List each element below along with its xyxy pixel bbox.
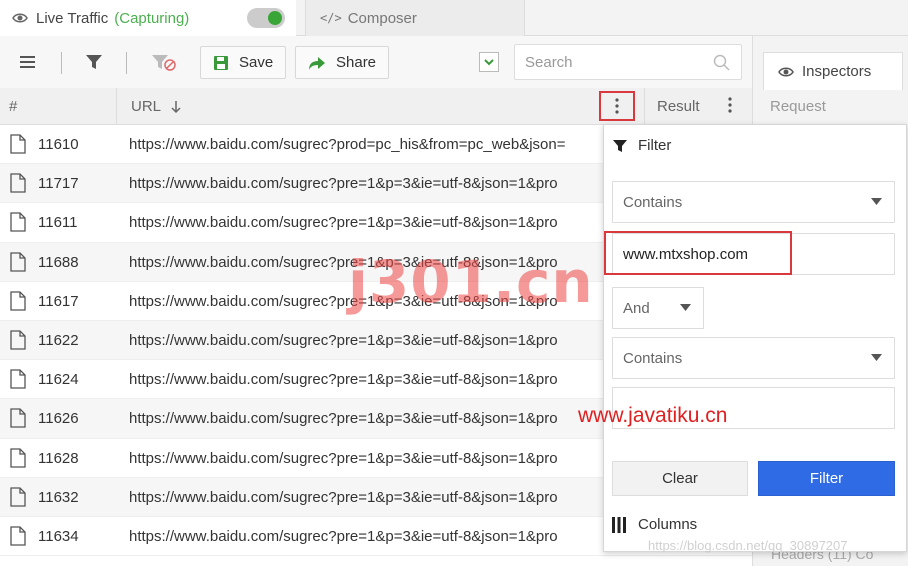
file-icon [10, 526, 26, 546]
inspectors-label: Inspectors [802, 63, 872, 80]
file-icon [10, 291, 26, 311]
columns-label: Columns [638, 516, 698, 533]
request-label: Request [770, 98, 826, 115]
sessions-table-header: # URL Result [0, 88, 752, 125]
column-header-result[interactable]: Result [644, 88, 752, 125]
watermark-javatiku: www.javatiku.cn [578, 404, 728, 427]
capturing-status: (Capturing) [114, 9, 190, 27]
eye-icon [778, 67, 794, 76]
column-header-url[interactable]: URL [116, 88, 644, 125]
row-url: https://www.baidu.com/sugrec?pre=1&p=3&i… [129, 449, 558, 467]
condition-select-2[interactable]: Contains [612, 337, 895, 379]
eye-icon [12, 13, 28, 23]
watermark-j301: j301.cn [348, 248, 594, 316]
row-url: https://www.baidu.com/sugrec?pre=1&p=3&i… [129, 488, 558, 506]
caret-down-icon [871, 198, 882, 205]
columns-icon [612, 516, 626, 533]
column-header-number[interactable]: # [9, 98, 17, 115]
file-icon [10, 212, 26, 233]
share-icon [309, 56, 325, 70]
caret-down-icon [680, 304, 691, 311]
kebab-menu-icon[interactable] [728, 97, 732, 113]
toolbar-dropdown[interactable] [479, 52, 499, 72]
row-number: 11622 [38, 331, 79, 349]
row-url: https://www.baidu.com/sugrec?prod=pc_his… [129, 136, 566, 153]
save-button[interactable]: Save [200, 46, 287, 79]
save-icon [214, 55, 228, 70]
row-number: 11610 [38, 136, 79, 153]
kebab-menu-icon [615, 98, 619, 114]
filter-icon[interactable] [84, 52, 104, 72]
share-button[interactable]: Share [295, 46, 390, 79]
row-number: 11617 [38, 292, 79, 310]
tab-inspectors[interactable]: Inspectors [763, 52, 903, 90]
row-url: https://www.baidu.com/sugrec?pre=1&p=3&i… [129, 527, 558, 545]
file-icon [10, 487, 26, 507]
composer-label: Composer [347, 9, 417, 27]
capture-toggle[interactable] [247, 8, 285, 28]
url-column-menu-button[interactable] [599, 91, 635, 121]
search-input[interactable]: Search [514, 44, 742, 80]
tab-composer[interactable]: </> Composer [305, 0, 525, 36]
row-number: 11634 [38, 527, 79, 545]
row-url: https://www.baidu.com/sugrec?pre=1&p=3&i… [129, 175, 558, 193]
columns-menu-item[interactable]: Columns [612, 516, 697, 533]
menu-icon[interactable] [18, 52, 38, 72]
row-number: 11628 [38, 449, 79, 467]
row-number: 11632 [38, 488, 79, 506]
caret-down-icon [871, 354, 882, 361]
row-url: https://www.baidu.com/sugrec?pre=1&p=3&i… [129, 371, 558, 389]
file-icon [10, 251, 26, 272]
highlight-box [604, 231, 792, 275]
toolbar: Save Share Search [0, 36, 752, 88]
operator-value: And [623, 299, 650, 317]
condition-select-1[interactable]: Contains [612, 181, 895, 223]
clear-label: Clear [662, 470, 698, 487]
clear-button[interactable]: Clear [612, 461, 748, 496]
file-icon [10, 173, 26, 193]
filter-icon [613, 139, 627, 152]
toolbar-divider [126, 52, 127, 74]
clear-filter-icon[interactable] [150, 52, 178, 72]
operator-select[interactable]: And [612, 287, 704, 329]
condition-2-value: Contains [623, 349, 683, 367]
toggle-knob [268, 11, 282, 25]
tab-live-traffic[interactable]: Live Traffic (Capturing) [0, 0, 296, 36]
row-number: 11611 [38, 214, 78, 232]
file-icon [10, 369, 26, 389]
row-number: 11624 [38, 371, 79, 389]
search-icon [713, 54, 730, 71]
file-icon [10, 134, 26, 154]
top-tab-bar: Live Traffic (Capturing) </> Composer [0, 0, 908, 36]
sort-down-arrow-icon [171, 100, 181, 113]
row-number: 11688 [38, 253, 79, 271]
live-traffic-label: Live Traffic [36, 9, 109, 27]
code-icon: </> [320, 11, 342, 25]
filter-title-label: Filter [638, 137, 672, 154]
result-header-label: Result [657, 98, 700, 115]
url-header-label: URL [131, 98, 162, 115]
row-url: https://www.baidu.com/sugrec?pre=1&p=3&i… [129, 331, 558, 349]
filter-popup: Filter Contains www.mtxshop.com And Cont… [603, 124, 907, 552]
search-placeholder: Search [525, 53, 573, 71]
row-number: 11626 [38, 410, 79, 428]
row-number: 11717 [38, 175, 79, 193]
watermark-csdn: https://blog.csdn.net/qq_30897207 [648, 538, 848, 553]
condition-1-value: Contains [623, 193, 683, 211]
apply-filter-button[interactable]: Filter [758, 461, 895, 496]
save-label: Save [239, 54, 274, 71]
file-icon [10, 447, 26, 468]
file-icon [10, 330, 26, 350]
toolbar-divider [61, 52, 62, 74]
filter-popup-title: Filter [612, 137, 671, 154]
filter-button-label: Filter [809, 470, 844, 487]
row-url: https://www.baidu.com/sugrec?pre=1&p=3&i… [129, 410, 558, 428]
file-icon [10, 408, 26, 428]
row-url: https://www.baidu.com/sugrec?pre=1&p=3&i… [129, 214, 558, 232]
share-label: Share [336, 54, 377, 71]
chevron-down-icon [484, 59, 494, 66]
